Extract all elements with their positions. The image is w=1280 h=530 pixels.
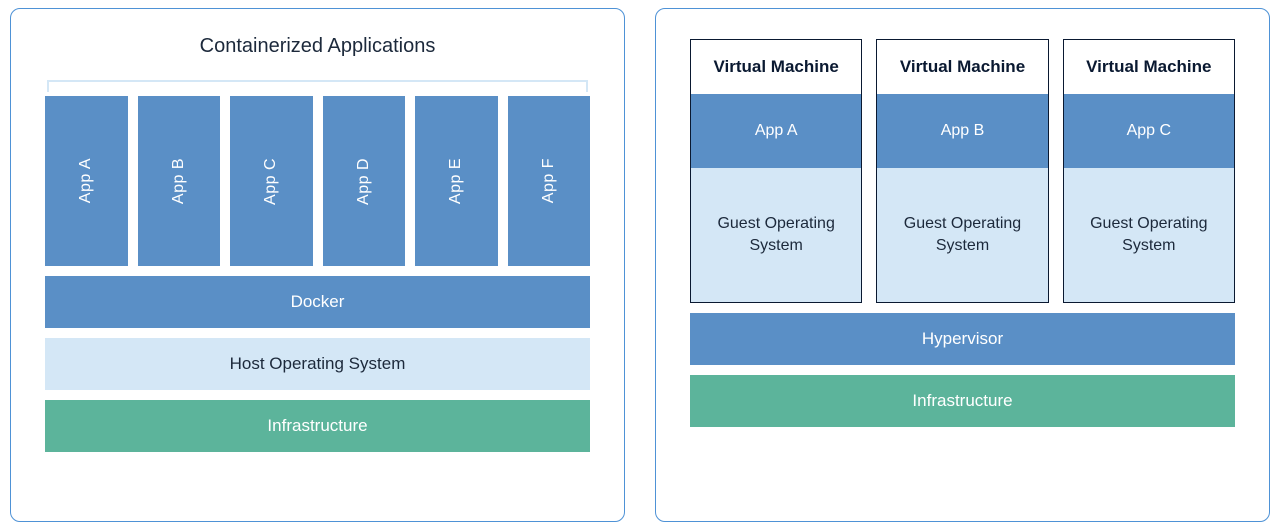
vm-guest-os-layer: Guest Operating System bbox=[691, 168, 861, 302]
container-arch-panel: Containerized Applications App A App B A… bbox=[10, 8, 625, 522]
vm-guest-os-layer: Guest Operating System bbox=[1064, 168, 1234, 302]
container-app-row: App A App B App C App D App E App F bbox=[45, 96, 590, 266]
vm-column: Virtual Machine App C Guest Operating Sy… bbox=[1063, 39, 1235, 303]
app-label: App C bbox=[262, 158, 280, 205]
app-column: App A bbox=[45, 96, 128, 266]
docker-layer: Docker bbox=[45, 276, 590, 328]
app-column: App C bbox=[230, 96, 313, 266]
vm-guest-os-layer: Guest Operating System bbox=[877, 168, 1047, 302]
app-column: App B bbox=[138, 96, 221, 266]
app-column: App E bbox=[415, 96, 498, 266]
vm-app-layer: App A bbox=[691, 94, 861, 168]
container-panel-title: Containerized Applications bbox=[45, 35, 590, 58]
infrastructure-layer: Infrastructure bbox=[690, 375, 1235, 427]
app-label: App B bbox=[170, 158, 188, 204]
hypervisor-layer: Hypervisor bbox=[690, 313, 1235, 365]
vm-row: Virtual Machine App A Guest Operating Sy… bbox=[690, 39, 1235, 303]
app-label: App A bbox=[77, 158, 95, 203]
vm-app-layer: App B bbox=[877, 94, 1047, 168]
host-os-layer: Host Operating System bbox=[45, 338, 590, 390]
vm-column: Virtual Machine App B Guest Operating Sy… bbox=[876, 39, 1048, 303]
vm-title: Virtual Machine bbox=[691, 40, 861, 94]
bracket-icon bbox=[47, 80, 588, 92]
vm-app-layer: App C bbox=[1064, 94, 1234, 168]
app-label: App F bbox=[540, 158, 558, 203]
app-column: App D bbox=[323, 96, 406, 266]
app-column: App F bbox=[508, 96, 591, 266]
app-label: App D bbox=[355, 158, 373, 205]
vm-title: Virtual Machine bbox=[1064, 40, 1234, 94]
app-label: App E bbox=[447, 158, 465, 204]
infrastructure-layer: Infrastructure bbox=[45, 400, 590, 452]
vm-column: Virtual Machine App A Guest Operating Sy… bbox=[690, 39, 862, 303]
vm-arch-panel: Virtual Machine App A Guest Operating Sy… bbox=[655, 8, 1270, 522]
vm-title: Virtual Machine bbox=[877, 40, 1047, 94]
